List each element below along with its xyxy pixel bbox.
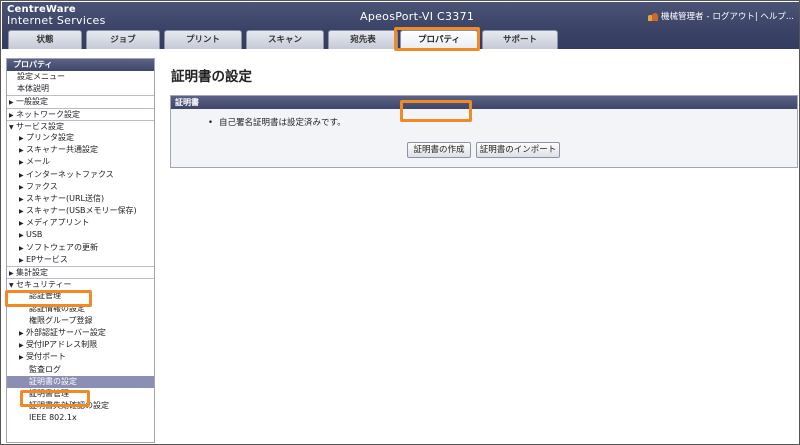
app-logo: CentreWare Internet Services [7, 4, 106, 26]
sidebar-item-label: 権限グループ登録 [29, 315, 93, 325]
sidebar-item-media-print[interactable]: ▶ メディアプリント [7, 217, 154, 229]
tab-address-book[interactable]: 宛先表 [328, 30, 398, 49]
sidebar-item-label: 監査ログ [29, 364, 61, 374]
import-certificate-button[interactable]: 証明書のインポート [476, 142, 560, 158]
tab-print[interactable]: プリント [164, 30, 242, 49]
sidebar-item-label: スキャナー(USBメモリー保存) [26, 206, 137, 216]
sidebar-item-accounting[interactable]: ▶ 集計設定 [7, 266, 154, 278]
sidebar-item-label: インターネットファクス [26, 169, 114, 179]
tab-support[interactable]: サポート [482, 30, 558, 49]
sidebar: プロパティ 設定メニュー 本体説明 ▶ 一般設定 ▶ ネットワーク設定 ▼ サービス設… [6, 58, 155, 443]
sidebar-item-label: 認証管理 [29, 291, 61, 301]
sidebar-item-ep-service[interactable]: ▶ EPサービス [7, 254, 154, 266]
main-content: 証明書の設定 証明書 自己署名証明書は設定済みです。 証明書の作成 証明書のイン… [161, 58, 799, 443]
sidebar-title: プロパティ [7, 59, 154, 71]
sidebar-item-label: 証明書失効確認の設定 [29, 401, 109, 411]
create-certificate-button[interactable]: 証明書の作成 [407, 142, 471, 158]
sidebar-item-label: EPサービス [26, 254, 68, 264]
sidebar-item-printer-settings[interactable]: ▶ プリンタ設定 [7, 132, 154, 144]
sidebar-item-label: セキュリティー [16, 280, 72, 290]
sidebar-item-label: 外部認証サーバー設定 [26, 327, 106, 337]
sidebar-item-label: スキャナー共通設定 [26, 145, 98, 155]
app-window: CentreWare Internet Services ApeosPort-V… [0, 0, 800, 445]
user-name: 機械管理者 [661, 12, 704, 22]
sidebar-item-label: 証明書の設定 [29, 376, 77, 386]
sidebar-item-network-settings[interactable]: ▶ ネットワーク設定 [7, 107, 154, 120]
sidebar-item-label: スキャナー(URL送信) [26, 193, 105, 203]
sidebar-item-label: 証明書管理 [29, 388, 69, 398]
page-title: 証明書の設定 [171, 69, 252, 85]
sidebar-item-label: IEEE 802.1x [29, 413, 77, 423]
sidebar-item-label: 設定メニュー [17, 72, 65, 81]
sidebar-item-settings-menu[interactable]: 設定メニュー [7, 71, 154, 83]
logo-line2: Internet Services [7, 14, 106, 27]
sidebar-item-mail[interactable]: ▶ メール [7, 156, 154, 168]
sidebar-item-ip-restriction[interactable]: ▶ 受付IPアドレス制限 [7, 339, 154, 351]
header-bar: CentreWare Internet Services ApeosPort-V… [2, 2, 799, 49]
sidebar-item-ports[interactable]: ▶ 受付ポート [7, 351, 154, 363]
sidebar-item-label: 受付ポート [26, 352, 66, 362]
sidebar-item-label: ソフトウェアの更新 [26, 242, 98, 252]
tab-jobs[interactable]: ジョブ [86, 30, 160, 49]
sidebar-item-label: ネットワーク設定 [16, 109, 80, 119]
sidebar-item-security[interactable]: ▼ セキュリティー [7, 278, 154, 290]
sidebar-item-service-settings[interactable]: ▼ サービス設定 [7, 119, 154, 132]
sidebar-item-scanner-usb[interactable]: ▶ スキャナー(USBメモリー保存) [7, 205, 154, 217]
sidebar-item-revocation-check[interactable]: 証明書失効確認の設定 [7, 400, 154, 412]
sidebar-item-scanner-url[interactable]: ▶ スキャナー(URL送信) [7, 193, 154, 205]
sidebar-item-label: USB [26, 230, 43, 240]
sidebar-item-general-settings[interactable]: ▶ 一般設定 [7, 95, 154, 107]
tab-scan[interactable]: スキャン [246, 30, 324, 49]
sidebar-item-ieee8021x[interactable]: IEEE 802.1x [7, 412, 154, 424]
sidebar-item-permission-groups[interactable]: 権限グループ登録 [7, 315, 154, 327]
sidebar-item-scanner-common[interactable]: ▶ スキャナー共通設定 [7, 144, 154, 156]
sidebar-item-label: 受付IPアドレス制限 [26, 340, 98, 350]
certificate-panel: 証明書 自己署名証明書は設定済みです。 証明書の作成 証明書のインポート [170, 95, 798, 168]
sidebar-item-label: 一般設定 [16, 97, 48, 107]
sidebar-item-audit-log[interactable]: 監査ログ [7, 364, 154, 376]
panel-body: 自己署名証明書は設定済みです。 証明書の作成 証明書のインポート [171, 109, 797, 167]
sidebar-item-fax[interactable]: ▶ ファクス [7, 181, 154, 193]
sidebar-item-label: メディアプリント [26, 218, 90, 228]
sidebar-item-auth-management[interactable]: 認証管理 [7, 290, 154, 302]
user-area: 機械管理者 - ログアウト| ヘルプ... [648, 10, 794, 22]
sidebar-item-label: 集計設定 [16, 268, 48, 277]
user-group-icon [648, 12, 659, 21]
sidebar-item-label: 本体説明 [17, 84, 49, 94]
sidebar-item-external-auth[interactable]: ▶ 外部認証サーバー設定 [7, 327, 154, 339]
sidebar-item-label: プリンタ設定 [26, 132, 74, 142]
status-message: 自己署名証明書は設定済みです。 [208, 116, 346, 128]
sidebar-item-internet-fax[interactable]: ▶ インターネットファクス [7, 169, 154, 181]
tab-properties[interactable]: プロパティ [400, 30, 478, 49]
sidebar-item-software-update[interactable]: ▶ ソフトウェアの更新 [7, 242, 154, 254]
sidebar-item-auth-info[interactable]: 認証情報の設定 [7, 303, 154, 315]
sidebar-item-label: メール [26, 157, 50, 167]
header-links[interactable]: - ログアウト| ヘルプ... [707, 10, 794, 22]
sidebar-item-usb[interactable]: ▶ USB [7, 229, 154, 241]
panel-title: 証明書 [171, 96, 797, 109]
sidebar-item-device-description[interactable]: 本体説明 [7, 83, 154, 95]
sidebar-item-certificate-management[interactable]: 証明書管理 [7, 388, 154, 400]
device-model: ApeosPort-VI C3371 [360, 10, 475, 23]
sidebar-item-certificate-settings[interactable]: 証明書の設定 [7, 375, 154, 388]
sidebar-item-label: 認証情報の設定 [29, 303, 85, 313]
sidebar-item-label: ファクス [26, 181, 58, 191]
sidebar-item-label: サービス設定 [16, 121, 64, 131]
tab-status[interactable]: 状態 [8, 30, 82, 49]
